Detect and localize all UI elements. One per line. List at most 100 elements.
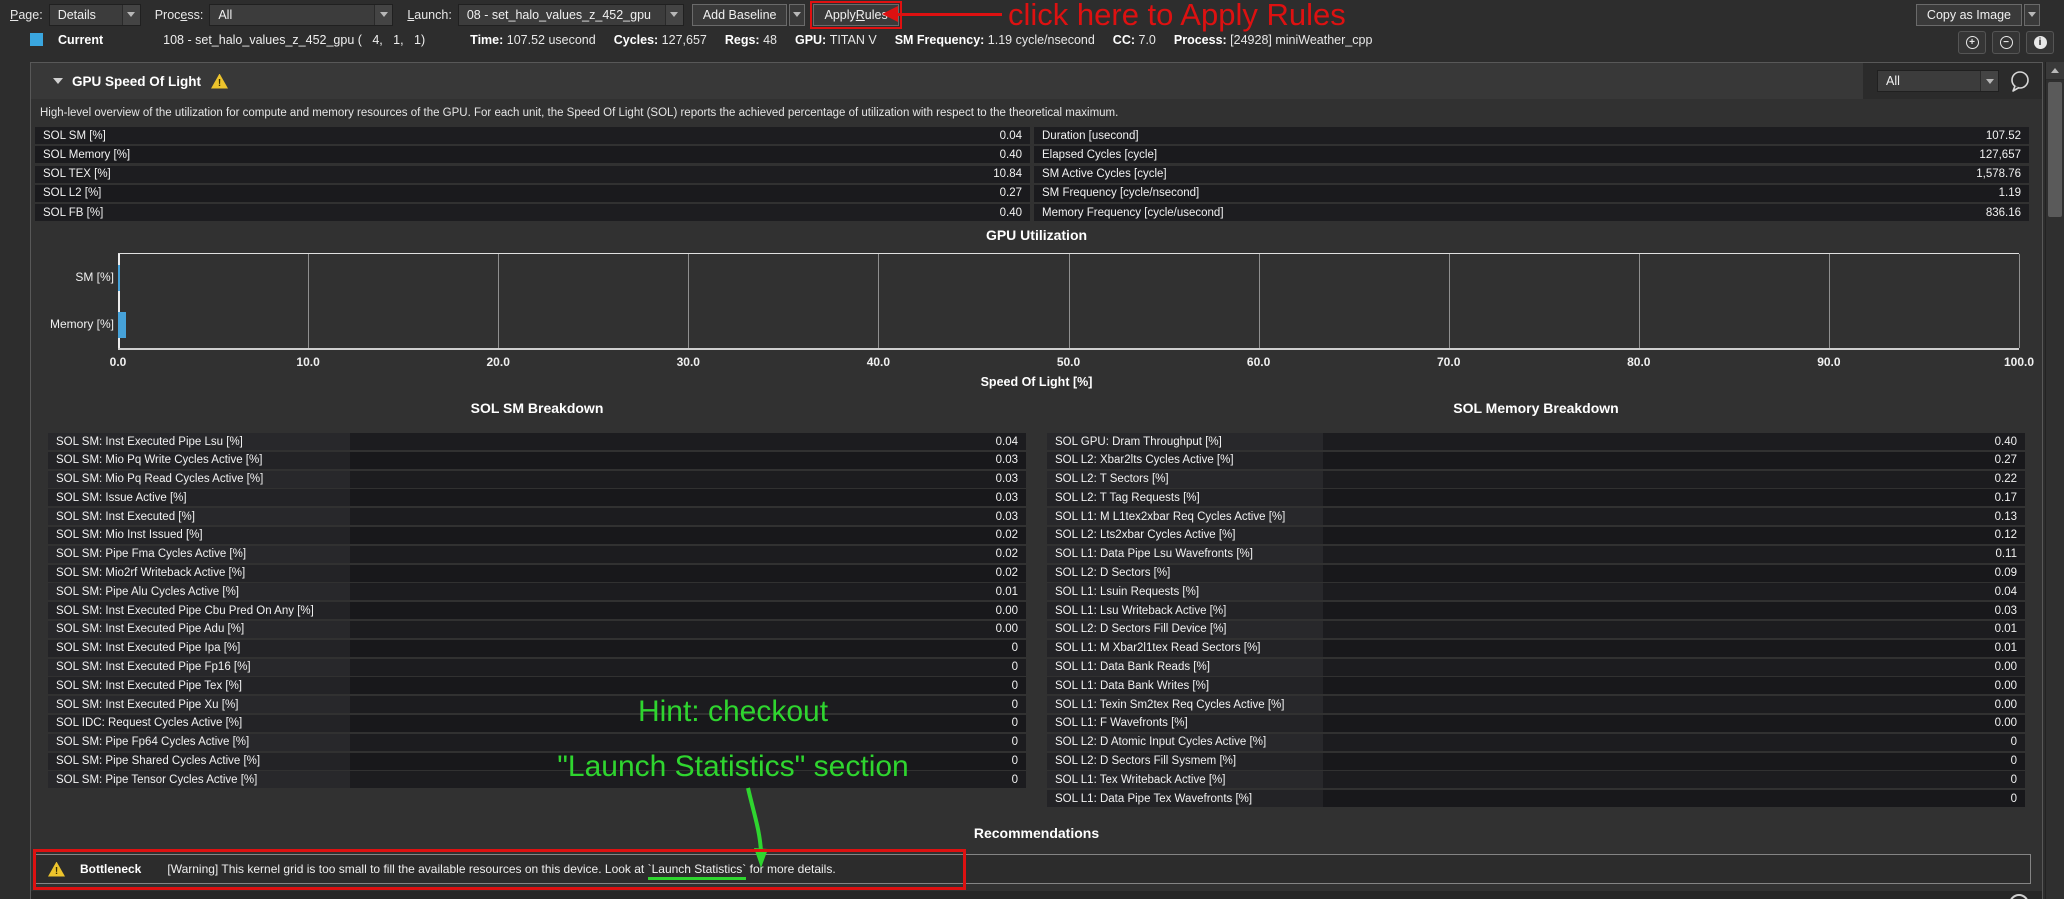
table-row[interactable]: SOL L1: M Xbar2l1tex Read Sectors [%]0.0… [1047,640,2025,657]
table-row[interactable]: SOL GPU: Dram Throughput [%]0.40 [1047,433,2025,450]
table-row[interactable]: SOL Memory [%]0.40 [35,146,1030,163]
table-row[interactable]: SOL L2: D Sectors Fill Sysmem [%]0 [1047,753,2025,770]
toolbar: Page: Details Process: All Launch: 08 - … [0,0,2064,29]
table-row[interactable]: SOL SM: Inst Executed Pipe Cbu Pred On A… [48,602,1026,619]
section-header[interactable]: GPU Speed Of Light All [31,63,2042,99]
scrollbar-thumb[interactable] [2048,82,2062,217]
metric-value: 0.11 [1323,546,2025,563]
metric-name: SOL L2: D Sectors Fill Sysmem [%] [1047,753,1323,770]
table-row[interactable]: SOL SM: Inst Executed [%]0.03 [48,508,1026,525]
metric-name: SOL SM: Mio2rf Writeback Active [%] [48,565,350,582]
current-kernel-row: Current 108 - set_halo_values_z_452_gpu … [0,29,1984,50]
table-row[interactable]: SOL L1: Lsuin Requests [%]0.04 [1047,583,2025,600]
chevron-down-icon [122,5,140,25]
table-row[interactable]: SOL L1: M L1tex2xbar Req Cycles Active [… [1047,508,2025,525]
table-row[interactable]: SOL L2: D Atomic Input Cycles Active [%]… [1047,734,2025,751]
add-baseline-menu-button[interactable] [789,4,805,26]
add-baseline-button[interactable]: Add Baseline [692,4,788,26]
table-row[interactable]: SOL L2: Xbar2lts Cycles Active [%]0.27 [1047,452,2025,469]
chart-title: GPU Utilization [31,227,2042,243]
vertical-scrollbar[interactable] [2045,62,2064,899]
metric-value: 0 [1323,734,2025,751]
metric-name: SOL SM [%] [35,130,1000,142]
bottleneck-warning-row[interactable]: Bottleneck [Warning] This kernel grid is… [35,854,2031,884]
metric-name: SM Frequency [cycle/nsecond] [1034,187,1999,199]
comment-bubble-icon[interactable] [2007,69,2033,93]
nsight-compute-details-page: { "toolbar": { "page_label": "Page:", "p… [0,0,2064,899]
table-row[interactable]: SOL FB [%]0.40 [35,204,1030,221]
x-tick-label: 10.0 [296,355,319,369]
chevron-up-icon [2051,68,2059,73]
table-row[interactable]: SOL L1: Texin Sm2tex Req Cycles Active [… [1047,696,2025,713]
table-row[interactable]: SOL SM: Inst Executed Pipe Fp16 [%]0 [48,659,1026,676]
table-row[interactable]: SOL L1: Data Pipe Tex Wavefronts [%]0 [1047,790,2025,807]
table-row[interactable]: SOL SM: Issue Active [%]0.03 [48,489,1026,506]
sol-metrics-table-right: Duration [usecond]107.52 Elapsed Cycles [… [1034,127,2029,223]
zoom-out-button[interactable]: − [1992,31,2020,54]
table-row[interactable]: SOL SM: Inst Executed Pipe Tex [%]0 [48,677,1026,694]
metric-value: 0.03 [350,508,1026,525]
table-row[interactable]: SOL SM: Mio Inst Issued [%]0.02 [48,527,1026,544]
table-row[interactable]: SOL L2: D Sectors [%]0.09 [1047,565,2025,582]
table-row[interactable]: SOL L1: Data Bank Writes [%]0.00 [1047,677,2025,694]
table-row[interactable]: SOL L1: Tex Writeback Active [%]0 [1047,771,2025,788]
table-row[interactable]: SM Active Cycles [cycle]1,578.76 [1034,166,2029,183]
process-dropdown[interactable]: All [209,4,393,26]
metric-name: SOL SM: Pipe Fma Cycles Active [%] [48,546,350,563]
metric-value: 0.00 [350,602,1026,619]
table-row[interactable]: SOL SM [%]0.04 [35,127,1030,144]
table-row[interactable]: Elapsed Cycles [cycle]127,657 [1034,146,2029,163]
table-row[interactable]: SOL L2: T Tag Requests [%]0.17 [1047,489,2025,506]
table-row[interactable]: SOL L1: F Wavefronts [%]0.00 [1047,715,2025,732]
table-row[interactable]: SM Frequency [cycle/nsecond]1.19 [1034,185,2029,202]
metric-value: 0.00 [1323,715,2025,732]
comment-bubble-icon[interactable] [2009,894,2029,899]
table-row[interactable]: SOL SM: Inst Executed Pipe Lsu [%]0.04 [48,433,1026,450]
metric-name: SOL SM: Mio Pq Read Cycles Active [%] [48,471,350,488]
metric-filter-dropdown[interactable]: All [1877,70,1999,92]
info-button[interactable]: i [2026,31,2054,54]
kernel-stat: SM Frequency: 1.19 cycle/nsecond [895,33,1095,47]
table-row[interactable]: Duration [usecond]107.52 [1034,127,2029,144]
collapse-arrow-icon[interactable] [53,78,63,84]
table-row[interactable]: SOL SM: Mio2rf Writeback Active [%]0.02 [48,565,1026,582]
kernel-stat: Time: 107.52 usecond [470,33,596,47]
table-row[interactable]: SOL L1: Data Pipe Lsu Wavefronts [%]0.11 [1047,546,2025,563]
table-row[interactable]: SOL SM: Mio Pq Write Cycles Active [%]0.… [48,452,1026,469]
x-tick-label: 20.0 [487,355,510,369]
metric-name: SOL SM: Mio Inst Issued [%] [48,527,350,544]
table-row[interactable]: SOL L1: Data Bank Reads [%]0.00 [1047,659,2025,676]
chevron-down-icon [374,5,392,25]
gpu-sol-section: GPU Speed Of Light All High-level overvi… [30,62,2043,899]
page-dropdown[interactable]: Details [49,4,141,26]
table-row[interactable]: SOL SM: Pipe Fma Cycles Active [%]0.02 [48,546,1026,563]
table-row[interactable]: SOL L2: Lts2xbar Cycles Active [%]0.12 [1047,527,2025,544]
copy-as-image-menu-button[interactable] [2024,4,2040,26]
metric-name: SOL SM: Mio Pq Write Cycles Active [%] [48,452,350,469]
current-color-swatch [30,33,43,46]
metric-value: 0.03 [350,489,1026,506]
copy-as-image-button[interactable]: Copy as Image [1916,4,2022,26]
table-row[interactable]: SOL TEX [%]10.84 [35,166,1030,183]
table-row[interactable]: SOL SM: Mio Pq Read Cycles Active [%]0.0… [48,471,1026,488]
scroll-up-button[interactable] [2046,62,2064,80]
chevron-down-icon [665,5,683,25]
table-row[interactable]: SOL SM: Pipe Fp64 Cycles Active [%]0 [48,734,1026,751]
launch-dropdown[interactable]: 08 - set_halo_values_z_452_gpu [458,4,684,26]
sm-breakdown-title: SOL SM Breakdown [48,400,1026,416]
metric-value: 0 [350,677,1026,694]
warning-icon [211,74,228,89]
table-row[interactable]: SOL SM: Pipe Alu Cycles Active [%]0.01 [48,583,1026,600]
metric-name: SOL Memory [%] [35,149,1000,161]
table-row[interactable]: SOL L2 [%]0.27 [35,185,1030,202]
table-row[interactable]: SOL SM: Inst Executed Pipe Ipa [%]0 [48,640,1026,657]
page-label: Page: [10,8,43,22]
metric-value: 0.02 [350,546,1026,563]
table-row[interactable]: SOL L1: Lsu Writeback Active [%]0.03 [1047,602,2025,619]
table-row[interactable]: Memory Frequency [cycle/usecond]836.16 [1034,204,2029,221]
metric-name: SOL L1: M Xbar2l1tex Read Sectors [%] [1047,640,1323,657]
metric-name: SOL FB [%] [35,207,1000,219]
table-row[interactable]: SOL L2: T Sectors [%]0.22 [1047,471,2025,488]
table-row[interactable]: SOL L2: D Sectors Fill Device [%]0.01 [1047,621,2025,638]
table-row[interactable]: SOL SM: Inst Executed Pipe Adu [%]0.00 [48,621,1026,638]
